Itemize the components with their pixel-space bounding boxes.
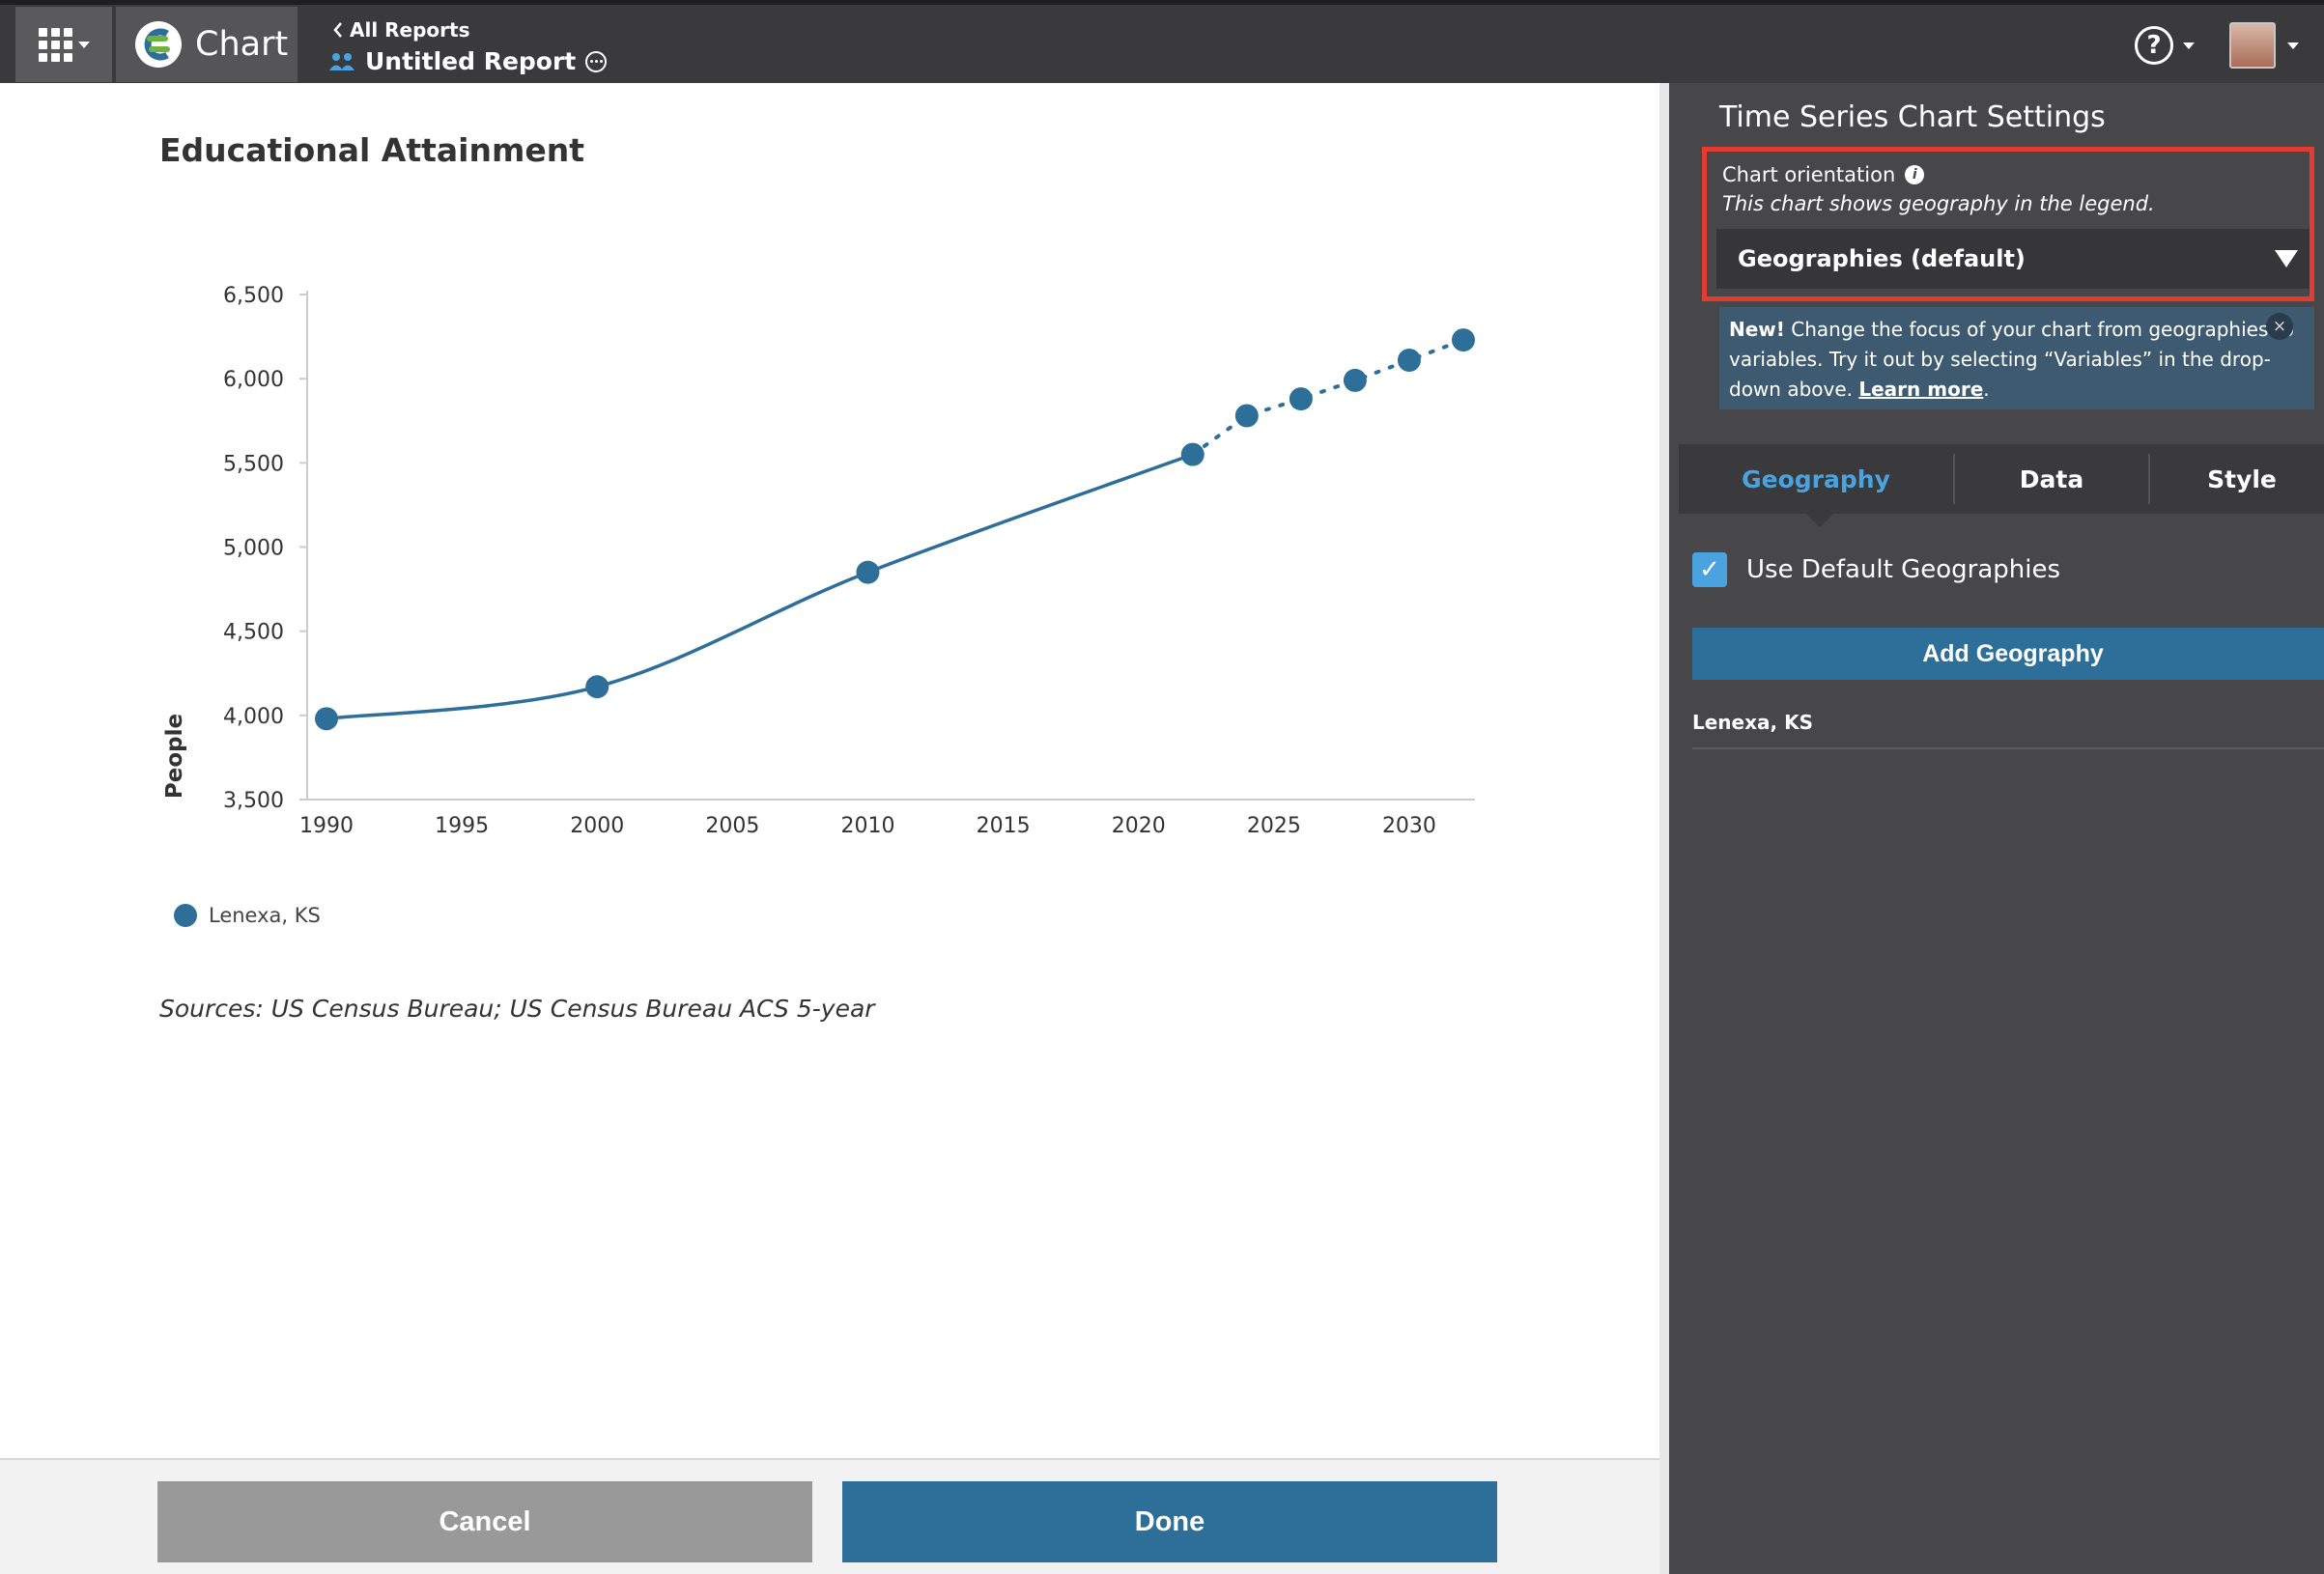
y-tick-label: 4,500 (223, 621, 284, 645)
notice-text: Change the focus of your chart from geog… (1729, 318, 2294, 401)
cancel-button[interactable]: Cancel (157, 1481, 812, 1562)
x-tick-label: 1990 (299, 814, 354, 838)
orientation-label-text: Chart orientation (1722, 163, 1896, 186)
chart-legend: Lenexa, KS (174, 904, 321, 927)
report-title-area: Untitled Report (328, 47, 608, 75)
app-logo-icon (135, 21, 182, 68)
more-options-icon[interactable] (585, 50, 608, 72)
use-default-label: Use Default Geographies (1746, 555, 2061, 584)
help-menu-button[interactable]: ? (2135, 26, 2195, 65)
data-point (856, 560, 880, 584)
use-default-geographies-option[interactable]: ✓ Use Default Geographies (1692, 552, 2060, 587)
dropdown-arrow-icon (2275, 250, 2298, 267)
chart-orientation-label: Chart orientation i (1722, 163, 1925, 186)
data-point (1289, 387, 1313, 411)
help-icon: ? (2135, 26, 2173, 65)
orientation-selected-value: Geographies (default) (1738, 245, 2026, 272)
orientation-description: This chart shows geography in the legend… (1722, 192, 2155, 215)
tab-geography[interactable]: Geography (1679, 444, 1953, 514)
sources-text: Sources: US Census Bureau; US Census Bur… (159, 995, 875, 1023)
active-tab-pointer (1806, 514, 1833, 527)
product-name: Chart (195, 25, 289, 64)
series-line (326, 452, 1194, 721)
all-reports-label: All Reports (350, 18, 470, 42)
learn-more-link[interactable]: Learn more (1858, 378, 1983, 401)
report-title[interactable]: Untitled Report (365, 47, 576, 75)
series-projection-line (1190, 338, 1465, 457)
checkmark-icon[interactable]: ✓ (1692, 552, 1727, 587)
time-series-chart: 3,500 4,000 4,500 5,000 5,500 6,000 6,500 1990 1… (162, 284, 1475, 838)
chart-orientation-section: Chart orientation i This chart shows geo… (1702, 147, 2314, 301)
y-tick-label: 3,500 (223, 789, 284, 813)
data-point (1180, 442, 1205, 466)
tab-data[interactable]: Data (1955, 444, 2148, 514)
chart-preview-area: Educational Attainment 3,500 4,000 4,500 5,… (0, 83, 1659, 1574)
legend-marker (174, 904, 197, 927)
user-menu-button[interactable] (2229, 22, 2299, 69)
x-tick-label: 2000 (570, 814, 624, 838)
add-geography-button[interactable]: Add Geography (1692, 628, 2324, 680)
chevron-down-icon (77, 41, 90, 48)
app-root: Chart All Reports Untitled Report ? Educ… (0, 0, 2324, 1574)
legend-label: Lenexa, KS (209, 904, 321, 927)
y-axis-label: People (162, 714, 187, 799)
notice-end: . (1983, 378, 1990, 401)
y-tick-label: 5,000 (223, 537, 284, 561)
apps-menu-button[interactable] (15, 7, 112, 82)
close-icon[interactable]: × (2266, 313, 2293, 340)
chevron-down-icon (2183, 42, 2195, 49)
geography-list-item[interactable]: Lenexa, KS (1692, 697, 2324, 749)
data-point (1343, 368, 1367, 392)
data-point (1234, 404, 1259, 428)
x-tick-label: 2010 (840, 814, 894, 838)
tab-style[interactable]: Style (2150, 444, 2324, 514)
data-point (1452, 328, 1475, 352)
team-users-icon (329, 52, 354, 70)
x-tick-label: 2025 (1247, 814, 1301, 838)
info-icon[interactable]: i (1905, 165, 1925, 184)
apps-grid-icon (38, 27, 72, 62)
all-reports-link[interactable]: All Reports (332, 18, 470, 42)
x-tick-label: 2030 (1382, 814, 1436, 838)
new-feature-notice: New! Change the focus of your chart from… (1719, 307, 2314, 409)
chart-title: Educational Attainment (159, 131, 585, 169)
panel-title: Time Series Chart Settings (1719, 100, 2106, 134)
chevron-down-icon (2287, 42, 2299, 49)
top-bar: Chart All Reports Untitled Report ? (0, 0, 2324, 83)
y-tick-label: 5,500 (223, 452, 284, 476)
avatar (2229, 22, 2276, 69)
chevron-left-icon (333, 22, 342, 38)
orientation-dropdown[interactable]: Geographies (default) (1716, 229, 2310, 289)
x-tick-label: 1995 (435, 814, 489, 838)
x-tick-label: 2020 (1112, 814, 1166, 838)
data-point (1397, 348, 1421, 372)
y-tick-label: 6,500 (223, 284, 284, 308)
product-switcher[interactable]: Chart (116, 7, 298, 82)
settings-panel: Time Series Chart Settings Chart orienta… (1659, 83, 2324, 1574)
x-tick-label: 2015 (977, 814, 1031, 838)
data-point (585, 675, 609, 699)
settings-tabs: Geography Data Style (1679, 444, 2324, 514)
x-tick-label: 2005 (705, 814, 759, 838)
data-point (315, 707, 338, 731)
footer-bar: Cancel Done (0, 1458, 1659, 1574)
y-tick-label: 4,000 (223, 705, 284, 729)
y-tick-label: 6,000 (223, 368, 284, 392)
done-button[interactable]: Done (842, 1481, 1497, 1562)
notice-new-label: New! (1729, 318, 1785, 341)
